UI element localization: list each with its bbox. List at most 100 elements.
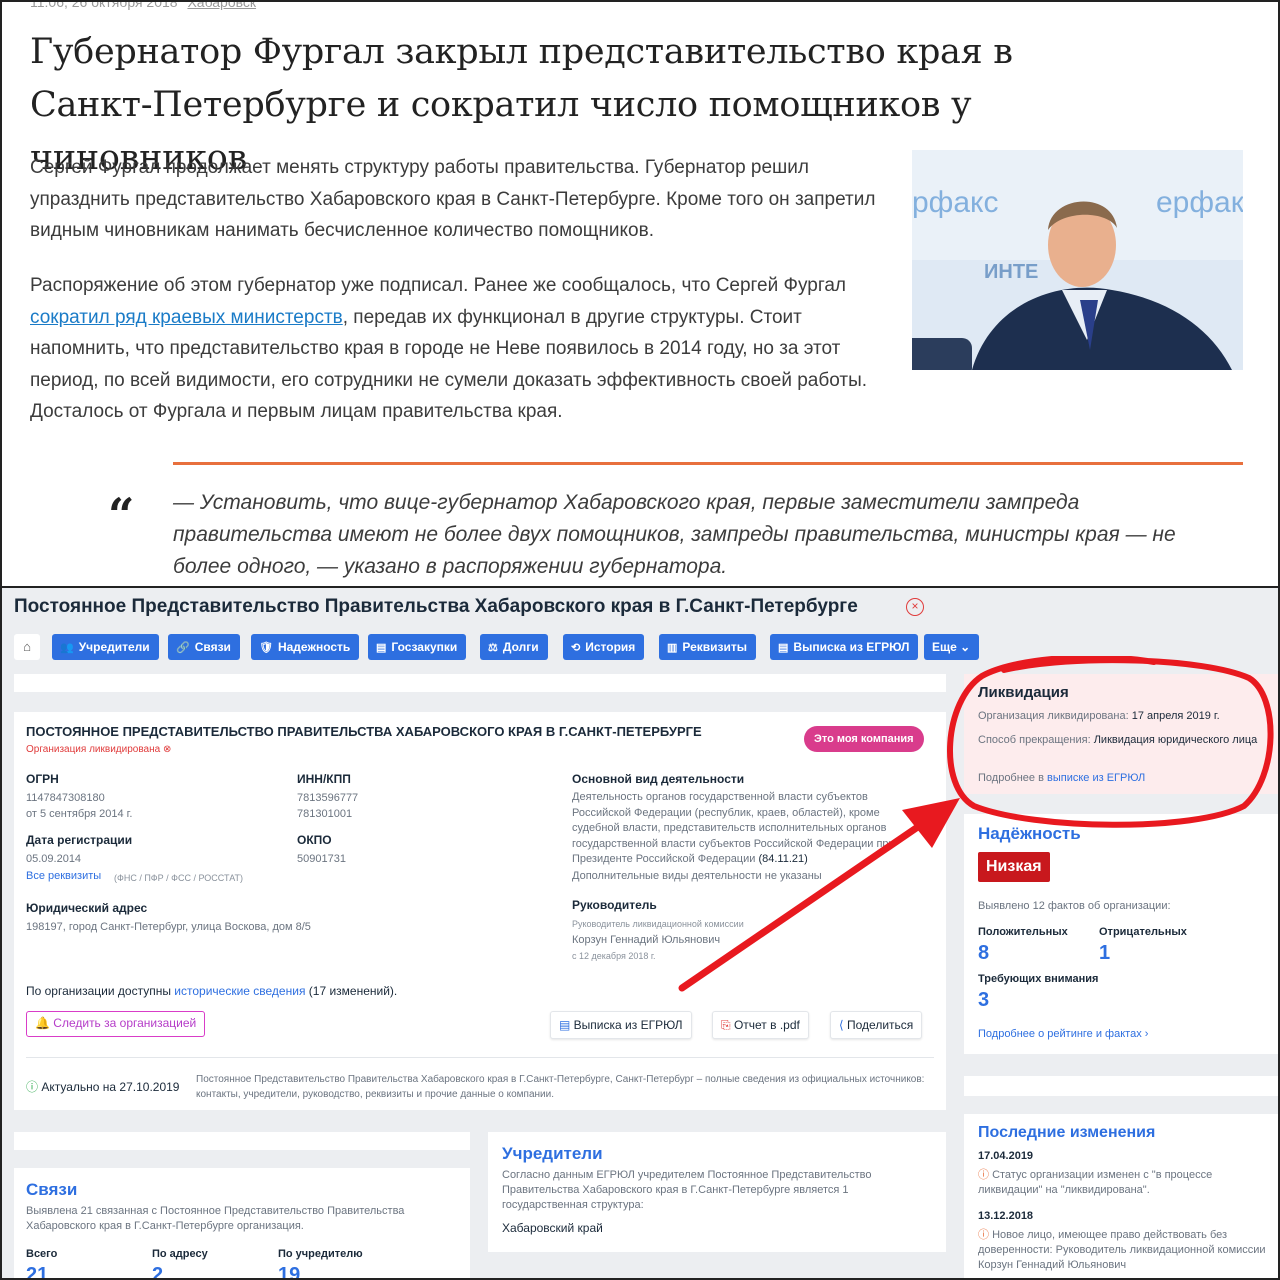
nav-egrul-button[interactable]: ▤ Выписка из ЕГРЮЛ [770,634,919,660]
company-profile-page: Постоянное Представительство Правительст… [0,588,1280,1280]
founders-card: Учредители Согласно данным ЕГРЮЛ учредит… [488,1132,946,1252]
history-link[interactable]: исторические сведения [174,984,305,998]
egrul-extract-label: Выписка из ЕГРЮЛ [573,1018,683,1032]
quote-mark-icon: “ [108,488,135,542]
all-requisites-link[interactable]: Все реквизиты [26,868,101,884]
nav-links-label: Связи [194,640,231,654]
pdf-icon: ⎘ [721,1018,734,1032]
nav-links-button[interactable]: 🔗 Связи [168,634,240,660]
nav-reliability-button[interactable]: 🛡 Надежность [251,634,360,660]
ogrn-label: ОГРН [26,772,59,786]
article-paragraph-2: Распоряжение об этом губернатор уже подп… [30,270,890,428]
article-category-link[interactable]: Хабаровск [187,2,256,10]
head-since: с 12 декабря 2018 г. [572,951,656,961]
reg-date-value: 05.09.2014 [26,853,82,865]
history-note-text: По организации доступны [26,984,175,998]
nav-requisites-label: Реквизиты [682,640,748,654]
changes-card-top [964,1076,1278,1096]
procurement-icon: ▤ [376,642,387,654]
share-button[interactable]: ⟨ Поделиться [830,1011,923,1039]
link-icon: 🔗 [176,642,190,654]
links-total[interactable]: 21 [26,1264,48,1278]
okpo-value: 50901731 [297,853,346,865]
nav-debts-label: Долги [502,640,539,654]
links-title[interactable]: Связи [26,1180,77,1200]
nav-requisites-button[interactable]: ▥ Реквизиты [659,634,757,660]
company-main-card: ПОСТОЯННОЕ ПРЕДСТАВИТЕЛЬСТВО ПРАВИТЕЛЬСТ… [14,712,946,1110]
liquidation-method-label: Способ прекращения: [978,734,1094,746]
founders-desc: Согласно данным ЕГРЮЛ учредителем Постоя… [502,1169,872,1211]
last-changes-title[interactable]: Последние изменения [978,1124,1155,1142]
activity-code: (84.11.21) [758,853,808,865]
nav-founders-label: Учредители [78,640,150,654]
head-role: Руководитель ликвидационной комиссии [572,919,744,929]
pdf-report-button[interactable]: ⎘ Отчет в .pdf [712,1011,809,1039]
governor-photo-illustration: рфакс ерфакс ИНТЕ [912,150,1243,370]
my-company-button[interactable]: Это моя компания [804,726,924,752]
rating-more-link[interactable]: Подробнее о рейтинге и фактах › [978,1026,1148,1042]
pdf-report-label: Отчет в .pdf [733,1018,800,1032]
history-note-count: (17 изменений). [305,984,398,998]
company-full-name: ПОСТОЯННОЕ ПРЕДСТАВИТЕЛЬСТВО ПРАВИТЕЛЬСТ… [26,724,702,739]
activity-extra: Дополнительные виды деятельности не указ… [572,870,822,882]
positive-label: Положительных [978,926,1068,938]
nav-more-button[interactable]: Еще ⌄ [924,634,980,660]
nav-history-button[interactable]: ⟲ История [563,634,645,660]
change-text-1-body: Статус организации изменен с "в процессе… [978,1169,1213,1196]
links-by-address[interactable]: 2 [152,1264,163,1278]
inn-kpp-label: ИНН/КПП [297,772,351,786]
last-changes-card: Последние изменения 17.04.2019 ⓘ Статус … [964,1114,1278,1278]
nav-debts-button[interactable]: ⚖ Долги [480,634,548,660]
news-article-panel: 11:06, 26 октября 2018 Хабаровск Губерна… [0,0,1280,588]
liquidation-more-text: Подробнее в [978,772,1048,784]
liquidation-date-value: 17 апреля 2019 г. [1131,710,1220,722]
head-name: Корзун Геннадий Юльянович [572,934,721,946]
liquidation-egrul-link[interactable]: выписке из ЕГРЮЛ [1047,772,1145,784]
governor-photo: рфакс ерфакс ИНТЕ [912,150,1243,370]
founders-title[interactable]: Учредители [502,1144,603,1164]
reg-date-label: Дата регистрации [26,833,133,847]
nav-reliability-label: Надежность [277,640,351,654]
links-by-founder[interactable]: 19 [278,1264,300,1278]
egrul-extract-button[interactable]: ▤ Выписка из ЕГРЮЛ [550,1011,692,1039]
change-text-2-body: Новое лицо, имеющее право действовать бе… [978,1229,1266,1271]
share-icon: ⟨ [839,1018,848,1032]
article-paragraph-2-text: Распоряжение об этом губернатор уже подп… [30,275,846,296]
liquidation-card: Ликвидация Организация ликвидирована: 17… [964,674,1278,794]
change-date-2: 13.12.2018 [978,1210,1034,1222]
links-address-label: По адресу [152,1248,208,1260]
share-label: Поделиться [847,1018,914,1032]
bell-icon: 🔔 [35,1016,54,1030]
founder-item[interactable]: Хабаровский край [502,1220,603,1236]
inn-value: 7813596777 [297,792,359,804]
activity-text: Деятельность органов государственной вла… [572,791,895,865]
liquidation-date: Организация ликвидирована: 17 апреля 201… [978,708,1268,724]
liquidation-title: Ликвидация [978,684,1069,701]
follow-company-button[interactable]: 🔔 Следить за организацией [26,1011,206,1037]
article-date: 11:06, 26 октября 2018 [30,0,178,10]
document-icon: ▥ [667,642,678,654]
liquidation-more: Подробнее в выписке из ЕГРЮЛ [978,770,1145,786]
change-text-2: ⓘ Новое лицо, имеющее право действовать … [978,1228,1268,1273]
home-icon[interactable]: ⌂ [14,634,40,660]
nav-procurement-label: Госзакупки [391,640,458,654]
positive-count[interactable]: 8 [978,942,989,965]
list-icon: ▤ [559,1018,574,1032]
liquidation-method-value: Ликвидация юридического лица [1093,734,1258,746]
change-text-1: ⓘ Статус организации изменен с "в процес… [978,1168,1268,1198]
all-requisites-sources: (ФНС / ПФР / ФСС / РОССТАТ) [114,873,243,883]
links-card-top [14,1132,470,1150]
nav-procurement-button[interactable]: ▤ Госзакупки [368,634,467,660]
reliability-title[interactable]: Надёжность [978,824,1081,844]
nav-founders-button[interactable]: 👥 Учредители [52,634,159,660]
users-icon: 👥 [60,642,74,654]
negative-count[interactable]: 1 [1099,942,1110,965]
ministries-link[interactable]: сократил ряд краевых министерств [30,307,343,328]
actual-date-text: Актуально на 27.10.2019 [41,1080,180,1094]
change-date-1: 17.04.2019 [978,1150,1034,1162]
negative-label: Отрицательных [1099,926,1187,938]
attention-count[interactable]: 3 [978,989,989,1012]
activity-value: Деятельность органов государственной вла… [572,790,922,868]
nav-history-label: История [585,640,636,654]
article-paragraph-1: Сергей Фургал продолжает менять структур… [30,157,876,241]
